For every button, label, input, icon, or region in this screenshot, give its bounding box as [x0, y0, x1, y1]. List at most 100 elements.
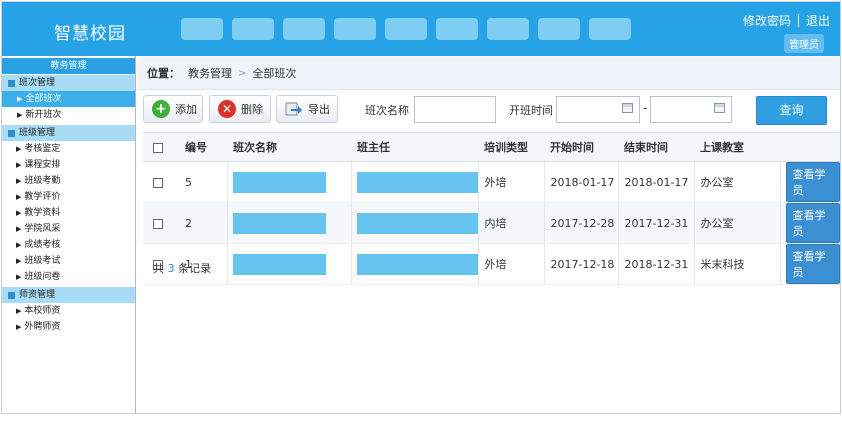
redacted-head-teacher — [356, 171, 478, 193]
calendar-icon[interactable] — [622, 103, 633, 113]
cell-action: 查看学员 — [779, 243, 840, 285]
sidebar-item-exams[interactable]: ▶ 班级考试 — [2, 253, 135, 269]
search-button[interactable]: 查询 — [756, 96, 827, 125]
sidebar-group-label: 班次管理 — [19, 78, 56, 88]
col-header-training-type[interactable]: 培训类型 — [478, 132, 544, 162]
nav-tab-5[interactable] — [385, 18, 427, 40]
nav-tab-9[interactable] — [589, 18, 631, 40]
sidebar-group-label: 师资管理 — [19, 290, 56, 300]
col-header-classroom[interactable]: 上课教室 — [694, 132, 780, 162]
row-select-cell — [143, 161, 179, 203]
col-header-id[interactable]: 编号 — [179, 132, 227, 162]
sidebar-item-course-schedule[interactable]: ▶ 课程安排 — [2, 157, 135, 173]
role-badge[interactable]: 管理员 — [784, 34, 824, 53]
sidebar-title: 教务管理 — [2, 58, 135, 74]
sidebar-group-label: 班级管理 — [19, 128, 56, 138]
col-header-head-teacher[interactable]: 班主任 — [351, 132, 478, 162]
record-count-number: 3 — [167, 262, 175, 275]
app-window: 智慧校园 修改密码 退出 管理员 教务管理 班次管理 ▶ 全部班次 ▶ 新开班次… — [1, 1, 841, 414]
nav-tab-6[interactable] — [436, 18, 478, 40]
cell-training-type: 外培 — [477, 161, 544, 203]
add-button[interactable]: + 添加 — [143, 95, 203, 123]
sidebar-item-internal-faculty[interactable]: ▶ 本校师资 — [2, 303, 135, 319]
sidebar: 教务管理 班次管理 ▶ 全部班次 ▶ 新开班次 班级管理 ▶ 考核鉴定 ▶ 课程安排… — [2, 56, 136, 413]
sidebar-item-all-batches[interactable]: ▶ 全部班次 — [2, 91, 135, 107]
col-header-action — [780, 132, 840, 162]
row-checkbox[interactable] — [153, 218, 163, 229]
cell-classroom: 办公室 — [693, 202, 780, 244]
cell-action: 查看学员 — [779, 202, 840, 244]
export-icon — [285, 102, 302, 116]
class-name-input[interactable] — [414, 96, 496, 123]
col-header-batch-name[interactable]: 班次名称 — [227, 132, 351, 162]
breadcrumb-parent[interactable]: 教务管理 — [188, 65, 232, 81]
cell-head-teacher — [350, 202, 478, 244]
cell-start-time: 2017-12-28 — [543, 202, 618, 244]
sidebar-item-questionnaire[interactable]: ▶ 班级问卷 — [2, 269, 135, 285]
breadcrumb-current: 全部班次 — [252, 67, 297, 80]
redacted-batch-name — [232, 253, 326, 275]
nav-tab-1[interactable] — [181, 18, 223, 40]
triangle-right-icon: ▶ — [16, 225, 22, 233]
sidebar-item-label: 成绩考核 — [24, 240, 61, 250]
sidebar-item-teaching-materials[interactable]: ▶ 教学资料 — [2, 205, 135, 221]
sidebar-item-external-faculty[interactable]: ▶ 外聘师资 — [2, 319, 135, 335]
record-count-prefix: 共 — [153, 262, 164, 275]
sidebar-group-class[interactable]: 班级管理 — [2, 125, 135, 141]
export-button-label: 导出 — [308, 103, 330, 116]
view-students-button[interactable]: 查看学员 — [785, 162, 840, 202]
nav-tab-8[interactable] — [538, 18, 580, 40]
nav-tab-2[interactable] — [232, 18, 274, 40]
change-password-link[interactable]: 修改密码 — [743, 12, 791, 29]
start-date-from-input[interactable] — [556, 96, 640, 123]
sidebar-item-attendance[interactable]: ▶ 班级考勤 — [2, 173, 135, 189]
sidebar-item-label: 教学评价 — [24, 192, 61, 202]
redacted-head-teacher — [356, 212, 478, 234]
sidebar-item-new-batch[interactable]: ▶ 新开班次 — [2, 107, 135, 123]
sidebar-item-teaching-eval[interactable]: ▶ 教学评价 — [2, 189, 135, 205]
cell-training-type: 内培 — [477, 202, 544, 244]
table-row: 5 外培 2018-01-17 2018-01-17 办公室 查看学员 — [143, 161, 840, 203]
date-range-dash: - — [643, 101, 648, 115]
view-students-button[interactable]: 查看学员 — [785, 203, 840, 243]
cell-start-time: 2017-12-18 — [543, 243, 618, 285]
sidebar-item-assessment[interactable]: ▶ 考核鉴定 — [2, 141, 135, 157]
nav-tab-4[interactable] — [334, 18, 376, 40]
col-header-end-time[interactable]: 结束时间 — [618, 132, 694, 162]
col-header-start-time[interactable]: 开始时间 — [544, 132, 618, 162]
breadcrumb: 位置： 教务管理 > 全部班次 — [137, 57, 840, 90]
cell-action: 查看学员 — [779, 161, 840, 203]
brand-title: 智慧校园 — [54, 24, 126, 44]
sidebar-item-label: 教学资料 — [24, 208, 61, 218]
breadcrumb-label: 位置： — [147, 67, 180, 80]
delete-button[interactable]: ✕ 删除 — [209, 95, 271, 123]
logout-link[interactable]: 退出 — [806, 12, 830, 29]
redacted-batch-name — [232, 212, 326, 234]
row-select-cell — [143, 202, 179, 244]
triangle-right-icon: ▶ — [16, 161, 22, 169]
view-students-button[interactable]: 查看学员 — [785, 244, 840, 284]
nav-tab-7[interactable] — [487, 18, 529, 40]
sidebar-item-label: 班级问卷 — [24, 272, 61, 282]
start-date-to-input[interactable] — [650, 96, 732, 123]
row-checkbox[interactable] — [153, 177, 163, 188]
sidebar-item-label: 考核鉴定 — [24, 144, 61, 154]
sidebar-group-class-batch[interactable]: 班次管理 — [2, 75, 135, 91]
cell-head-teacher — [350, 161, 478, 203]
sidebar-group-faculty[interactable]: 师资管理 — [2, 287, 135, 303]
redacted-head-teacher — [356, 253, 478, 275]
class-name-label: 班次名称 — [365, 104, 409, 117]
delete-x-icon: ✕ — [218, 100, 236, 118]
sidebar-item-label: 课程安排 — [24, 160, 61, 170]
triangle-right-icon: ▶ — [16, 209, 22, 217]
delete-button-label: 删除 — [241, 103, 263, 116]
sidebar-item-grades[interactable]: ▶ 成绩考核 — [2, 237, 135, 253]
sidebar-item-campus-style[interactable]: ▶ 学院风采 — [2, 221, 135, 237]
select-all-checkbox[interactable] — [153, 142, 163, 153]
sidebar-item-label: 班级考勤 — [24, 176, 61, 186]
calendar-icon[interactable] — [714, 103, 725, 113]
cell-head-teacher — [350, 243, 478, 285]
export-button[interactable]: 导出 — [276, 95, 338, 123]
nav-tab-3[interactable] — [283, 18, 325, 40]
triangle-right-icon: ▶ — [16, 241, 22, 249]
